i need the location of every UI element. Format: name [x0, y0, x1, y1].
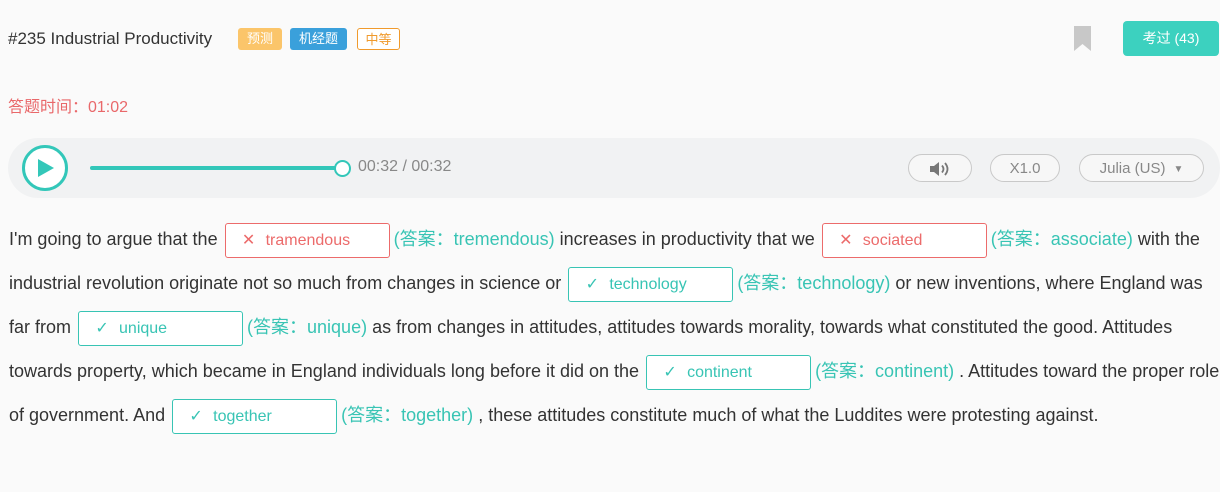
blank-value: tramendous: [265, 231, 351, 249]
answer-hint: (答案：together): [341, 405, 474, 425]
blank-value: continent: [687, 363, 752, 381]
answer-hint: (答案：unique): [247, 317, 368, 337]
wrong-icon: ✕: [839, 231, 853, 249]
blank-input-5[interactable]: ✓ continent: [646, 354, 812, 390]
answer-timer: 答题时间：01:02: [8, 99, 129, 116]
tag-jijing: 机经题: [290, 28, 347, 50]
volume-icon: [930, 162, 949, 176]
exam-count-button[interactable]: 考过 (43): [1123, 21, 1219, 56]
progress-bar[interactable]: [90, 166, 342, 170]
voice-label: Julia (US): [1099, 160, 1166, 177]
answer-hint: (答案：associate): [990, 229, 1133, 249]
progress-thumb[interactable]: [334, 160, 351, 177]
audio-player: 00:32 / 00:32 X1.0 Julia (US) ▼: [8, 138, 1220, 198]
wrong-icon: ✕: [241, 231, 256, 249]
volume-button[interactable]: [908, 154, 972, 182]
passage: I'm going to argue that the ✕ tramendous (…: [9, 217, 1220, 437]
blank-value: sociated: [862, 231, 923, 249]
answer-hint: (答案：technology): [737, 273, 891, 293]
question-header: #235 Industrial Productivity 预测 机经题 中等 考…: [0, 0, 1220, 78]
question-title: #235 Industrial Productivity: [8, 29, 213, 48]
blank-input-3[interactable]: ✓ technology: [568, 266, 734, 302]
tag-difficulty: 中等: [357, 28, 400, 50]
play-button[interactable]: [22, 145, 68, 191]
play-icon: [38, 159, 54, 177]
blank-input-4[interactable]: ✓ unique: [78, 310, 244, 346]
check-icon: ✓: [95, 319, 109, 337]
passage-text: , these attitudes constitute much of wha…: [478, 405, 1099, 425]
check-icon: ✓: [585, 275, 600, 293]
answer-hint: (答案：continent): [815, 361, 955, 381]
blank-input-6[interactable]: ✓ together: [172, 398, 338, 434]
passage-text: increases in productivity that we: [559, 229, 815, 249]
blank-value: technology: [609, 275, 687, 293]
blank-input-2[interactable]: ✕ sociated: [821, 222, 987, 258]
passage-text: I'm going to argue that the: [9, 229, 218, 249]
bookmark-icon[interactable]: [1074, 26, 1091, 51]
playback-time: 00:32 / 00:32: [358, 158, 452, 175]
speed-button[interactable]: X1.0: [990, 154, 1060, 182]
voice-select[interactable]: Julia (US) ▼: [1079, 154, 1204, 182]
answer-hint: (答案：tremendous): [393, 229, 555, 249]
blank-value: together: [213, 407, 272, 425]
tag-predict: 预测: [238, 28, 282, 50]
blank-input-1[interactable]: ✕ tramendous: [224, 222, 390, 258]
check-icon: ✓: [189, 407, 203, 425]
caret-down-icon: ▼: [1173, 164, 1184, 175]
blank-value: unique: [119, 319, 168, 337]
check-icon: ✓: [663, 363, 677, 381]
